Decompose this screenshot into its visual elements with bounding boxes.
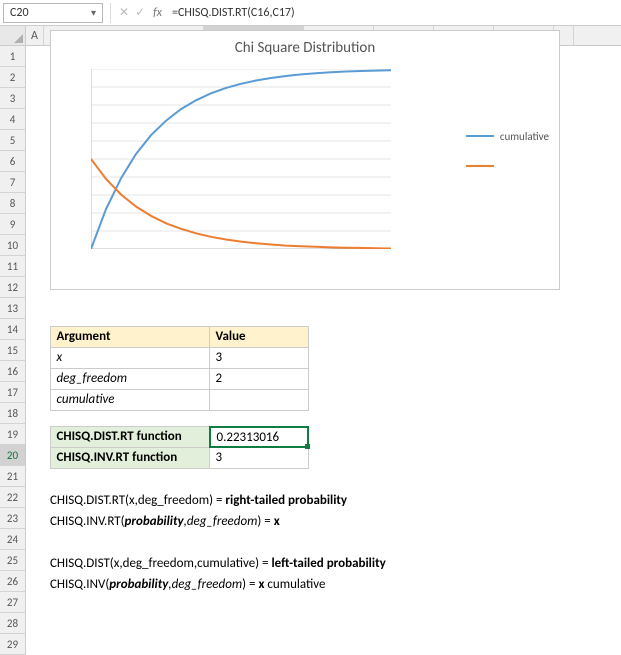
table-header-argument[interactable]: Argument (50, 326, 210, 348)
row-header-14[interactable]: 14 (0, 319, 26, 340)
row-header-5[interactable]: 5 (0, 130, 26, 151)
chart[interactable]: Chi Square Distribution 012345678910 00.… (50, 30, 560, 290)
cancel-icon[interactable]: ✕ (119, 5, 129, 20)
text-line-28[interactable]: CHISQ.INV(probability,deg_freedom) = x c… (50, 574, 386, 595)
formula-bar: C20 ▾ ✕ ✓ fx =CHISQ.DIST.RT(C16,C17) (0, 0, 621, 26)
row-header-24[interactable]: 24 (0, 529, 26, 550)
text-line-27[interactable]: CHISQ.DIST(x,deg_freedom,cumulative) = l… (50, 553, 386, 574)
row-header-1[interactable]: 1 (0, 46, 26, 67)
name-box[interactable]: C20 ▾ (3, 3, 103, 23)
row-header-12[interactable]: 12 (0, 277, 26, 298)
row-header-10[interactable]: 10 (0, 235, 26, 256)
legend-item-pdf (466, 151, 549, 181)
row-header-13[interactable]: 13 (0, 298, 26, 319)
row-header-29[interactable]: 29 (0, 634, 26, 655)
select-all-corner[interactable] (0, 26, 26, 45)
row-header-25[interactable]: 25 (0, 550, 26, 571)
row-header-23[interactable]: 23 (0, 508, 26, 529)
arg-cumulative-value[interactable] (209, 389, 309, 411)
spreadsheet-grid: A B C D E F G 12345678910111213141516171… (0, 26, 621, 655)
row-header-26[interactable]: 26 (0, 571, 26, 592)
row-header-9[interactable]: 9 (0, 214, 26, 235)
confirm-icon[interactable]: ✓ (135, 5, 145, 20)
series-cumulative (91, 70, 391, 249)
arg-degfreedom-value[interactable]: 2 (209, 368, 309, 390)
separator (110, 3, 111, 23)
arg-x-label[interactable]: x (50, 347, 210, 369)
col-header-A[interactable]: A (26, 26, 44, 45)
series-pdf (91, 159, 391, 249)
row-header-11[interactable]: 11 (0, 256, 26, 277)
cell-C21[interactable]: 3 (209, 447, 309, 469)
row-header-21[interactable]: 21 (0, 466, 26, 487)
arg-x-value[interactable]: 3 (209, 347, 309, 369)
row-header-15[interactable]: 15 (0, 340, 26, 361)
name-box-value: C20 (10, 6, 29, 20)
row-header-8[interactable]: 8 (0, 193, 26, 214)
row-header-17[interactable]: 17 (0, 382, 26, 403)
table-header-value[interactable]: Value (209, 326, 309, 348)
row-header-18[interactable]: 18 (0, 403, 26, 424)
arg-cumulative-label[interactable]: cumulative (50, 389, 210, 411)
cell-C20-selected[interactable]: 0.22313016 (209, 426, 309, 448)
chart-plot: 012345678910 00.10.20.30.40.50.60.70.80.… (91, 69, 391, 249)
blank-line (50, 532, 386, 553)
chart-body: 012345678910 00.10.20.30.40.50.60.70.80.… (51, 61, 559, 271)
text-line-24[interactable]: CHISQ.DIST.RT(x,deg_freedom) = right-tai… (50, 490, 386, 511)
function-results-table: CHISQ.DIST.RT function 0.22313016 CHISQ.… (50, 426, 308, 468)
row-header-6[interactable]: 6 (0, 151, 26, 172)
chevron-down-icon[interactable]: ▾ (91, 6, 96, 19)
row-header-4[interactable]: 4 (0, 109, 26, 130)
row-header-22[interactable]: 22 (0, 487, 26, 508)
func-invrt-label[interactable]: CHISQ.INV.RT function (50, 447, 210, 469)
row-header-28[interactable]: 28 (0, 613, 26, 634)
func-distrt-label[interactable]: CHISQ.DIST.RT function (50, 426, 210, 448)
legend-item-cumulative: cumulative (466, 121, 549, 151)
formula-input[interactable]: =CHISQ.DIST.RT(C16,C17) (166, 6, 621, 20)
row-header-16[interactable]: 16 (0, 361, 26, 382)
chart-legend: cumulative (466, 121, 549, 181)
row-header-19[interactable]: 19 (0, 424, 26, 445)
legend-label: cumulative (500, 130, 549, 143)
row-header-27[interactable]: 27 (0, 592, 26, 613)
legend-line-icon (466, 135, 494, 137)
fx-icon[interactable]: fx (149, 6, 166, 20)
row-header-7[interactable]: 7 (0, 172, 26, 193)
arg-degfreedom-label[interactable]: deg_freedom (50, 368, 210, 390)
legend-line-icon (466, 165, 494, 167)
row-header-3[interactable]: 3 (0, 88, 26, 109)
row-header-20[interactable]: 20 (0, 445, 26, 466)
row-header-2[interactable]: 2 (0, 67, 26, 88)
text-line-25[interactable]: CHISQ.INV.RT(probability,deg_freedom) = … (50, 511, 386, 532)
formula-bar-icons: ✕ ✓ (115, 5, 149, 20)
chart-title: Chi Square Distribution (51, 31, 559, 61)
argument-table: Argument Value x 3 deg_freedom 2 cumulat… (50, 326, 308, 410)
explanation-text: CHISQ.DIST.RT(x,deg_freedom) = right-tai… (50, 490, 386, 595)
